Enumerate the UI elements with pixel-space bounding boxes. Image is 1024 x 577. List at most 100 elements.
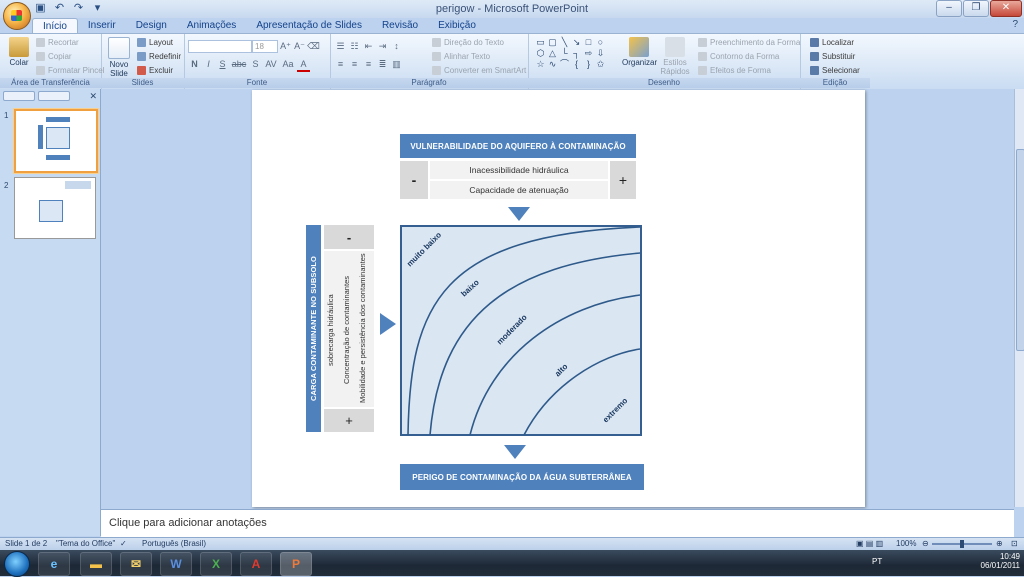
numbering-icon[interactable]: ☷ — [348, 40, 361, 52]
fit-to-window-icon[interactable]: ⊡ — [1011, 539, 1018, 548]
zoom-slider[interactable] — [932, 540, 992, 548]
tab-apresentacao[interactable]: Apresentação de Slides — [246, 18, 372, 34]
arrange-button[interactable]: Organizar — [622, 37, 657, 67]
minimize-button[interactable]: ‒ — [936, 0, 962, 17]
quick-styles-button[interactable]: Estilos Rápidos — [658, 37, 692, 76]
paste-button[interactable]: Colar — [5, 37, 33, 67]
shape-effects-button[interactable]: Efeitos de Forma — [698, 66, 771, 75]
powerpoint-icon[interactable]: P — [280, 552, 312, 576]
shrink-font-icon[interactable]: A⁻ — [293, 40, 306, 52]
restore-button[interactable]: ❐ — [963, 0, 989, 17]
word-icon[interactable]: W — [160, 552, 192, 576]
reset-button[interactable]: Redefinir — [137, 52, 181, 61]
clear-format-icon[interactable]: ⌫ — [307, 40, 320, 52]
language-status[interactable]: Português (Brasil) — [142, 539, 206, 548]
underline-button[interactable]: S — [216, 58, 229, 70]
system-tray-clock[interactable]: 10:49 06/01/2011 — [981, 552, 1020, 570]
office-button[interactable] — [3, 2, 31, 30]
down-arrow-shape-icon[interactable]: ⇩ — [596, 49, 605, 58]
increase-indent-icon[interactable]: ⇥ — [376, 40, 389, 52]
zoom-in-icon[interactable]: ⊕ — [996, 539, 1003, 548]
bold-button[interactable]: N — [188, 58, 201, 70]
justify-icon[interactable]: ≣ — [376, 58, 389, 70]
explorer-folder-icon[interactable]: ▬ — [80, 552, 112, 576]
find-button[interactable]: Localizar — [810, 38, 854, 47]
triangle-shape-icon[interactable]: △ — [548, 49, 557, 58]
scroll-thumb[interactable] — [1016, 149, 1024, 351]
close-button[interactable]: ✕ — [990, 0, 1022, 17]
input-language[interactable]: PT — [872, 557, 882, 566]
bullets-icon[interactable]: ☰ — [334, 40, 347, 52]
notes-pane[interactable]: Clique para adicionar anotações — [101, 509, 1014, 537]
tab-animacoes[interactable]: Animações — [177, 18, 246, 34]
tab-exibicao[interactable]: Exibição — [428, 18, 486, 34]
tab-design[interactable]: Design — [126, 18, 177, 34]
acrobat-icon[interactable]: A — [240, 552, 272, 576]
view-buttons[interactable]: ▣ ▤ ▥ — [856, 539, 883, 548]
tab-inserir[interactable]: Inserir — [78, 18, 126, 34]
layout-button[interactable]: Layout — [137, 38, 173, 47]
curve-shape-icon[interactable]: ⌒ — [560, 60, 569, 69]
spellcheck-icon[interactable]: ✓ — [120, 539, 127, 548]
columns-icon[interactable]: ▥ — [390, 58, 403, 70]
change-case-button[interactable]: Aa — [280, 58, 296, 70]
smartart-button[interactable]: Converter em SmartArt — [432, 66, 526, 75]
font-name-combo[interactable] — [188, 40, 252, 53]
shape-fill-button[interactable]: Preenchimento da Forma — [698, 38, 800, 47]
slides-tab[interactable] — [3, 91, 35, 101]
hexagon-shape-icon[interactable]: ⬡ — [536, 49, 545, 58]
excel-icon[interactable]: X — [200, 552, 232, 576]
connector-shape-icon[interactable]: └ — [560, 49, 569, 58]
tab-revisao[interactable]: Revisão — [372, 18, 428, 34]
grow-font-icon[interactable]: A⁺ — [279, 40, 292, 52]
line-spacing-icon[interactable]: ↕ — [390, 40, 403, 52]
slide-thumbnail-1[interactable] — [14, 109, 98, 173]
cut-button[interactable]: Recortar — [36, 38, 79, 47]
close-panel-icon[interactable]: ✕ — [89, 91, 97, 101]
rounded-rect-shape-icon[interactable]: ▢ — [548, 38, 557, 47]
vertical-scrollbar[interactable] — [1014, 89, 1024, 507]
strikethrough-button[interactable]: abc — [230, 58, 248, 70]
ie-icon[interactable]: e — [38, 552, 70, 576]
help-icon[interactable]: ? — [1012, 19, 1018, 30]
outline-tab[interactable] — [38, 91, 70, 101]
delete-slide-button[interactable]: Excluir — [137, 66, 173, 75]
text-direction-button[interactable]: Direção do Texto — [432, 38, 504, 47]
align-right-icon[interactable]: ≡ — [362, 58, 375, 70]
slide-thumbnail-2[interactable] — [14, 177, 96, 239]
oval-shape-icon[interactable]: ○ — [596, 38, 605, 47]
star5-shape-icon[interactable]: ✩ — [596, 60, 605, 69]
select-button[interactable]: Selecionar — [810, 66, 860, 75]
slide-canvas[interactable]: VULNERABILIDADE DO AQUIFERO À CONTAMINAÇ… — [252, 90, 865, 507]
start-button[interactable] — [4, 551, 30, 577]
font-color-button[interactable]: A — [297, 58, 310, 72]
decrease-indent-icon[interactable]: ⇤ — [362, 40, 375, 52]
brace-right-shape-icon[interactable]: } — [584, 60, 593, 69]
align-left-icon[interactable]: ≡ — [334, 58, 347, 70]
freeform-shape-icon[interactable]: ∿ — [548, 60, 557, 69]
align-center-icon[interactable]: ≡ — [348, 58, 361, 70]
italic-button[interactable]: I — [202, 58, 215, 70]
brace-left-shape-icon[interactable]: { — [572, 60, 581, 69]
line-shape-icon[interactable]: ╲ — [560, 38, 569, 47]
elbow-shape-icon[interactable]: ┐ — [572, 49, 581, 58]
shapes-gallery[interactable]: ▭ ▢ ╲ ↘ □ ○ ⬡ △ └ ┐ ⇨ ⇩ ☆ ∿ ⌒ { } ✩ — [536, 38, 614, 69]
square-shape-icon[interactable]: □ — [584, 38, 593, 47]
arrow-shape-icon[interactable]: ↘ — [572, 38, 581, 47]
shape-outline-button[interactable]: Contorno da Forma — [698, 52, 779, 61]
outlook-icon[interactable]: ✉ — [120, 552, 152, 576]
new-slide-button[interactable]: Novo Slide — [105, 37, 133, 78]
star-shape-icon[interactable]: ☆ — [536, 60, 545, 69]
rectangle-shape-icon[interactable]: ▭ — [536, 38, 545, 47]
zoom-out-icon[interactable]: ⊖ — [922, 539, 929, 548]
align-text-button[interactable]: Alinhar Texto — [432, 52, 490, 61]
format-painter-button[interactable]: Formatar Pincel — [36, 66, 104, 75]
zoom-knob[interactable] — [960, 540, 964, 548]
font-size-combo[interactable]: 18 — [252, 40, 278, 53]
spacing-button[interactable]: AV — [263, 58, 279, 70]
right-arrow-shape-icon[interactable]: ⇨ — [584, 49, 593, 58]
copy-button[interactable]: Copiar — [36, 52, 72, 61]
shadow-button[interactable]: S — [249, 58, 262, 70]
replace-button[interactable]: Substituir — [810, 52, 855, 61]
zoom-level[interactable]: 100% — [896, 539, 916, 548]
